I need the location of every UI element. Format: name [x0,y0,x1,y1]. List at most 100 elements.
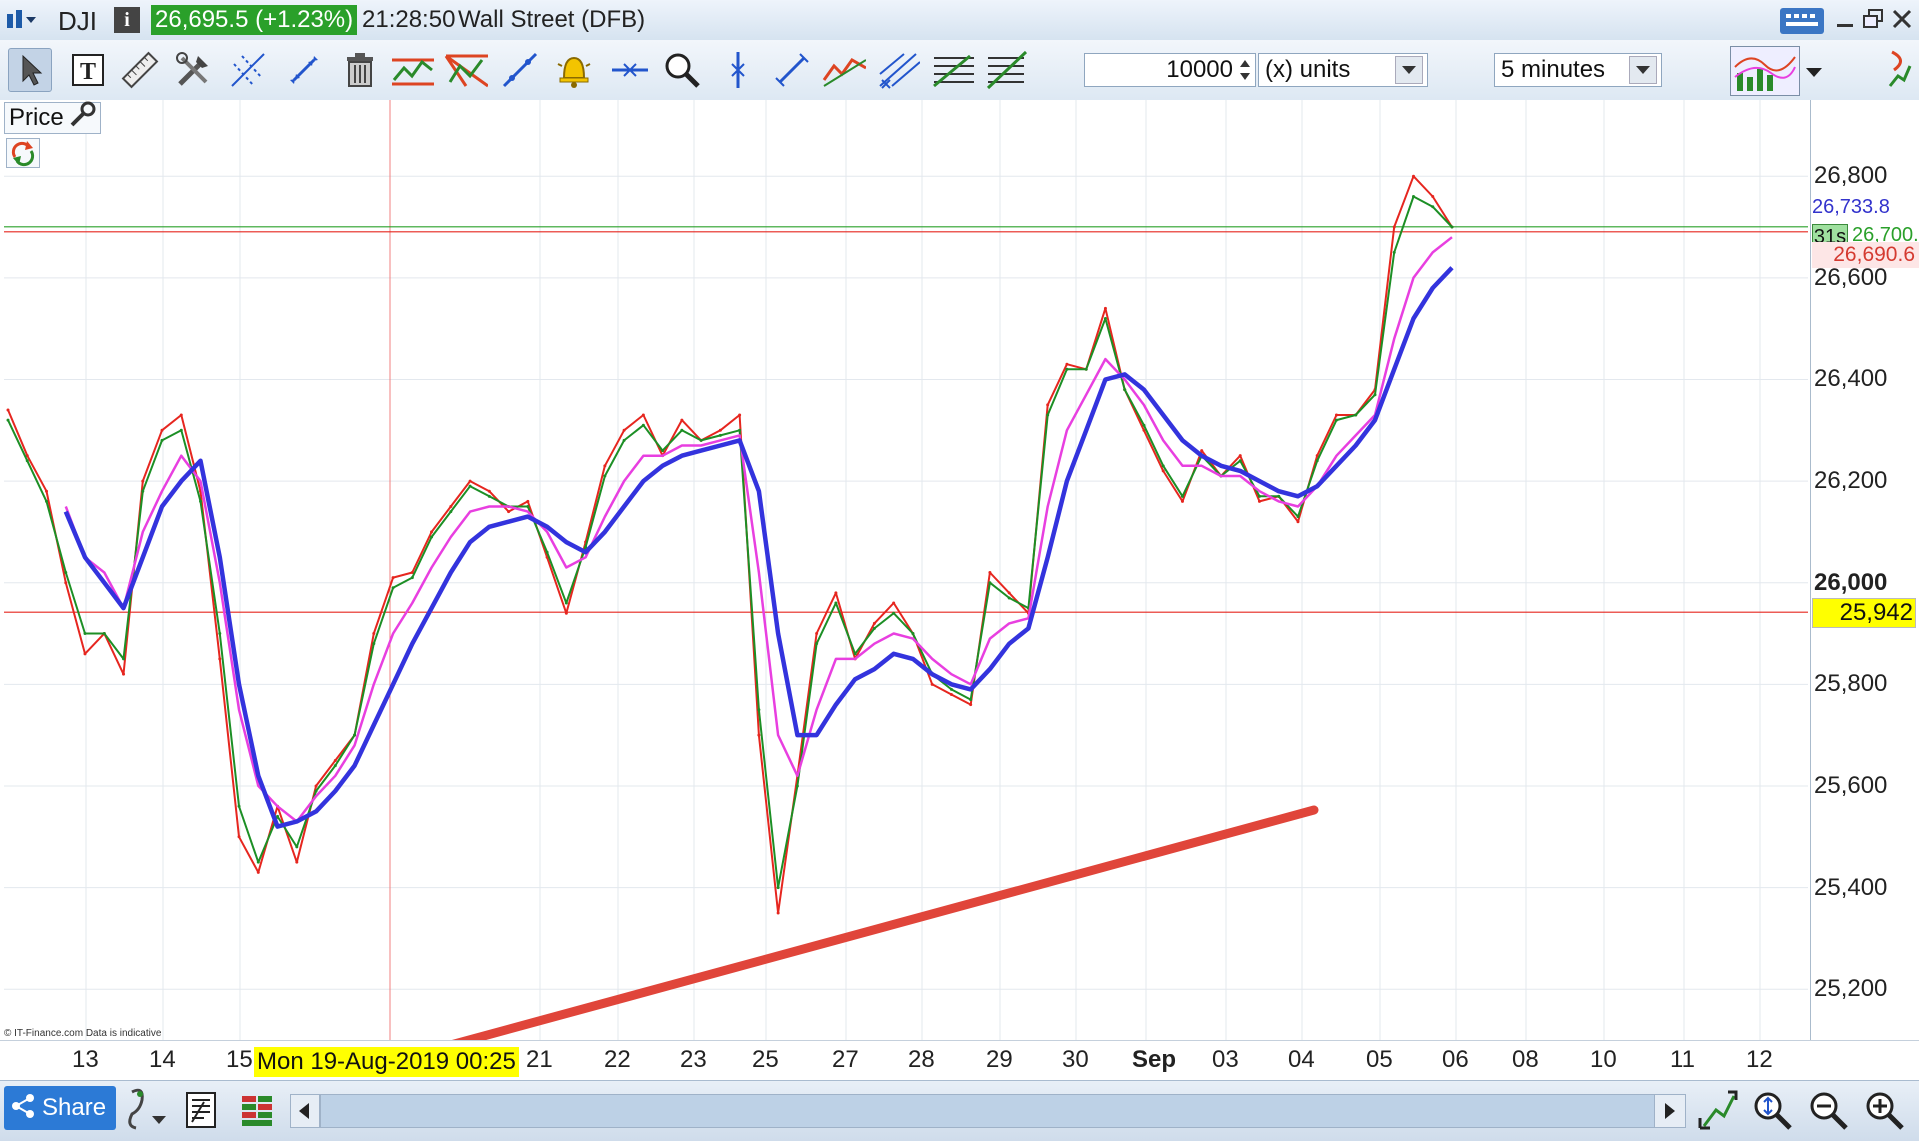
price-badge: 26,695.5 (+1.23%) [151,5,358,35]
tools-icon[interactable] [172,48,216,92]
series-point [1180,499,1184,503]
series-point [333,764,337,768]
series-point [1296,520,1300,524]
series-point [295,860,299,864]
wrench-icon[interactable] [68,101,96,135]
heatmap-icon[interactable] [238,1090,276,1130]
units-select[interactable]: (x) units [1258,53,1428,87]
close-icon[interactable] [1890,8,1914,30]
price-tag-red: 26,690.6 [1812,242,1919,268]
series-point [179,428,183,432]
scroll-right-icon[interactable] [1654,1094,1686,1128]
zoom-icon[interactable] [660,48,704,92]
series-point [969,698,973,702]
zoom-out-icon[interactable] [1806,1088,1850,1132]
alert-bell-icon[interactable] [552,48,596,92]
fib-icon[interactable] [930,48,974,92]
series-point [372,632,376,636]
series-point [6,418,10,422]
series-point [1161,469,1165,473]
symbol-label[interactable]: DJI [58,6,97,37]
time-scrollbar[interactable] [320,1094,1686,1128]
series-point [1065,362,1069,366]
series-point [603,464,607,468]
pointer-icon[interactable] [8,48,52,92]
series-point [391,576,395,580]
series-point [372,642,376,646]
series-point [122,672,126,676]
trash-icon[interactable] [338,48,382,92]
series-point [256,870,260,874]
chevron-down-icon[interactable] [1395,56,1423,84]
restore-icon[interactable] [1862,8,1886,30]
series-point [487,494,491,498]
series-point [1007,596,1011,600]
series-point [1180,494,1184,498]
vertical-line-icon[interactable] [716,48,760,92]
series-point [430,535,434,539]
expand-icon[interactable] [282,48,326,92]
keyboard-icon[interactable] [1780,8,1824,34]
series-point [526,499,530,503]
series-point [1142,423,1146,427]
chevron-down-icon[interactable] [1804,64,1824,80]
series-point [45,499,49,503]
chart-canvas[interactable] [0,100,1919,1040]
crosshair-date-label: Mon 19-Aug-2019 00:25 [257,1048,516,1075]
series-point [545,550,549,554]
zoom-fit-icon[interactable] [1750,1088,1794,1132]
price-panel-label[interactable]: Price [4,101,101,135]
fit-chart-icon[interactable] [1696,1088,1740,1132]
x-tick-label: 06 [1442,1046,1469,1073]
zigzag-icon[interactable] [822,48,866,92]
series-point [507,510,511,514]
series-point [757,733,761,737]
refresh-icon[interactable] [6,138,40,168]
series-point [1257,499,1261,503]
indicators-icon[interactable] [1730,46,1800,96]
zoom-in-icon[interactable] [1862,1088,1906,1132]
series-point [256,860,260,864]
series-point [102,632,106,636]
quantity-field[interactable]: 10000 [1084,53,1256,87]
series-point [83,652,87,656]
interval-select[interactable]: 5 minutes [1494,53,1662,87]
x-tick-label: 12 [1746,1046,1773,1073]
text-icon[interactable]: T [66,48,110,92]
units-label: (x) units [1265,56,1351,83]
x-tick-label: 29 [986,1046,1013,1073]
chart-menu-icon[interactable] [6,8,36,32]
series-point [1046,403,1050,407]
ruler-icon[interactable] [118,48,162,92]
report-icon[interactable] [184,1090,218,1130]
cross-icon[interactable] [876,48,920,92]
scroll-left-icon[interactable] [290,1094,320,1128]
line-icon[interactable] [498,48,542,92]
series-point [641,423,645,427]
fib2-icon[interactable] [984,48,1028,92]
x-tick-label: 23 [680,1046,707,1073]
series-point [718,428,722,432]
trend-line-icon[interactable] [390,48,434,92]
interval-label: 5 minutes [1501,56,1606,83]
series-point [1431,205,1435,209]
series-point [776,886,780,890]
series-point [853,652,857,656]
series-point [468,484,472,488]
segment-icon[interactable] [770,48,814,92]
series-point [1065,367,1069,371]
compare-icon[interactable] [1884,46,1914,96]
share-button[interactable]: Share [4,1086,116,1130]
chevron-down-icon[interactable] [1629,56,1657,84]
crosshair-line-icon[interactable] [226,48,270,92]
channel-icon[interactable] [444,48,488,92]
series-point [141,489,145,493]
series-point [160,428,164,432]
x-tick-label: 11 [1670,1046,1695,1073]
minimize-icon[interactable] [1834,10,1858,30]
horizontal-line-icon[interactable] [608,48,652,92]
quantity-stepper[interactable] [1237,56,1253,84]
link-settings-icon[interactable] [122,1086,170,1132]
info-icon[interactable]: i [114,7,140,33]
x-tick-label: 10 [1590,1046,1617,1073]
